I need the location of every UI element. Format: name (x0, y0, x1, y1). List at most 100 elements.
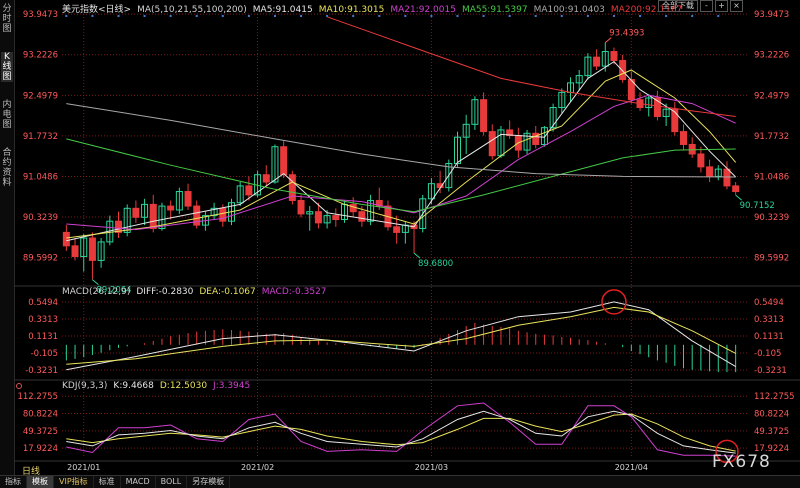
macd-macd-value: MACD:-0.3527 (261, 287, 327, 297)
kdj-tick-right-0: 112.2755 (754, 392, 795, 402)
kdj-tick-right-1: 80.8224 (754, 410, 789, 420)
candle-body-48 (480, 99, 488, 133)
ma-value-0: MA5:91.0415 (252, 5, 313, 15)
ma-value-3: MA55:91.5397 (461, 5, 528, 15)
macd-tick-right-3: -0.105 (754, 349, 781, 359)
event-marker-75 (717, 15, 720, 17)
candle-body-38 (393, 226, 401, 233)
event-marker-33 (352, 15, 355, 17)
candle-body-25 (280, 146, 288, 176)
candle-body-77 (732, 185, 740, 193)
price-tick-left-6: 89.5992 (23, 254, 58, 264)
event-marker-60 (586, 15, 589, 17)
bottom-tab-0[interactable]: 指标 (0, 476, 27, 488)
kdj-tick-right-2: 49.3725 (754, 427, 789, 437)
watermark-logo: FX678 (712, 452, 771, 472)
event-marker-18 (221, 15, 224, 17)
macd-tick-left-4: -0.3231 (25, 366, 58, 376)
candle-body-29 (314, 211, 322, 224)
price-tick-right-4: 91.0486 (754, 172, 789, 182)
price-annotation-2: 93.4393 (609, 29, 644, 39)
bottom-tab-1[interactable]: 模板 (27, 476, 54, 488)
candle-body-31 (332, 215, 340, 221)
event-marker-39 (404, 15, 407, 17)
candle-body-74 (706, 166, 714, 177)
candle-body-1 (71, 245, 79, 257)
ma-values-group: MA5:91.0415 MA10:91.3015 MA21:92.0015 MA55:… (253, 5, 689, 15)
bottom-tab-3[interactable]: 标准 (94, 476, 121, 488)
top-right-toolbar: 全部下载 - + × (658, 0, 743, 12)
event-marker-27 (300, 15, 303, 17)
candle-body-23 (262, 174, 270, 183)
event-marker-57 (560, 15, 563, 17)
event-marker-3 (91, 15, 94, 17)
macd-param-label: MACD(26,12,9) (62, 287, 131, 297)
candle-body-34 (358, 211, 366, 222)
event-marker-63 (612, 15, 615, 17)
candle-body-72 (688, 143, 696, 155)
kdj-settings-dot (16, 383, 22, 389)
event-marker-69 (665, 15, 668, 17)
kdj-tick-left-1: 80.8224 (23, 410, 58, 420)
candle-body-21 (245, 185, 253, 196)
ma-line-ma5 (66, 60, 737, 242)
kdj-header: KDJ(9,3,3) K:9.4668 D:12.5030 J:3.3945 (62, 381, 256, 391)
candle-body-8 (132, 207, 140, 218)
bottom-tab-4[interactable]: MACD (121, 476, 156, 488)
kdj-k-value: K:9.4668 (113, 381, 154, 391)
price-annotation-1: 89.6800 (418, 259, 453, 269)
price-tick-right-2: 92.4979 (754, 91, 789, 101)
kdj-param-label: KDJ(9,3,3) (62, 381, 108, 391)
event-marker-72 (691, 15, 694, 17)
close-button[interactable]: × (730, 0, 743, 12)
ma-value-1: MA10:91.3015 (318, 5, 385, 15)
event-marker-48 (482, 15, 485, 17)
event-marker-0 (65, 15, 68, 17)
candle-body-10 (149, 203, 157, 229)
main-chart-header: 美元指数<日线> MA(5,10,21,55,100,200) MA5:91.041… (62, 2, 694, 15)
instrument-title[interactable]: 美元指数<日线> (62, 5, 131, 15)
candle-body-64 (619, 59, 627, 81)
annotation-pointer-0 (92, 279, 99, 286)
macd-tick-right-4: -0.3231 (754, 366, 787, 376)
zoom-in-button[interactable]: + (715, 0, 728, 12)
annotation-pointer-1 (413, 252, 421, 259)
kdj-k-line (66, 410, 736, 454)
date-tick-2: 2021/03 (415, 463, 448, 472)
candle-body-71 (680, 131, 687, 145)
price-tick-left-3: 91.7732 (23, 132, 58, 142)
ma-line-ma55 (66, 138, 736, 213)
event-marker-12 (169, 15, 172, 17)
zoom-out-button[interactable]: - (700, 0, 713, 12)
price-tick-right-5: 90.3239 (754, 213, 789, 223)
bottom-tab-2[interactable]: VIP指标 (54, 476, 94, 488)
event-marker-24 (273, 15, 276, 17)
bottom-tab-6[interactable]: 另存模板 (187, 476, 231, 488)
price-tick-right-1: 93.2226 (754, 51, 789, 61)
kdj-tick-left-2: 49.3725 (23, 427, 58, 437)
event-marker-15 (195, 15, 198, 17)
event-marker-66 (639, 15, 642, 17)
kdj-tick-left-3: 17.9224 (23, 444, 58, 454)
candle-body-76 (723, 168, 731, 187)
event-marker-45 (456, 15, 459, 17)
macd-diff-value: DIFF:-0.2830 (136, 287, 194, 297)
candle-body-27 (297, 199, 305, 215)
download-all-button[interactable]: 全部下载 (658, 0, 698, 12)
candle-body-12 (167, 205, 175, 211)
price-annotation-3: 90.7152 (740, 201, 775, 211)
candle-body-49 (488, 131, 496, 157)
ma-value-2: MA21:92.0015 (390, 5, 456, 15)
candle-body-3 (88, 237, 96, 261)
bottom-indicator-bar: 指标 模板 VIP指标 标准 MACD BOLL 另存模板 (0, 475, 800, 488)
candle-body-73 (697, 153, 705, 168)
price-tick-right-6: 89.5992 (754, 254, 789, 264)
bottom-tab-5[interactable]: BOLL (156, 476, 188, 488)
event-marker-42 (430, 15, 433, 17)
macd-tick-right-1: 0.3313 (754, 315, 784, 325)
price-tick-left-1: 93.2226 (23, 51, 58, 61)
event-marker-6 (117, 15, 120, 17)
price-tick-left-0: 93.9473 (23, 10, 58, 20)
event-marker-54 (534, 15, 537, 17)
date-tick-0: 2021/01 (67, 463, 100, 472)
